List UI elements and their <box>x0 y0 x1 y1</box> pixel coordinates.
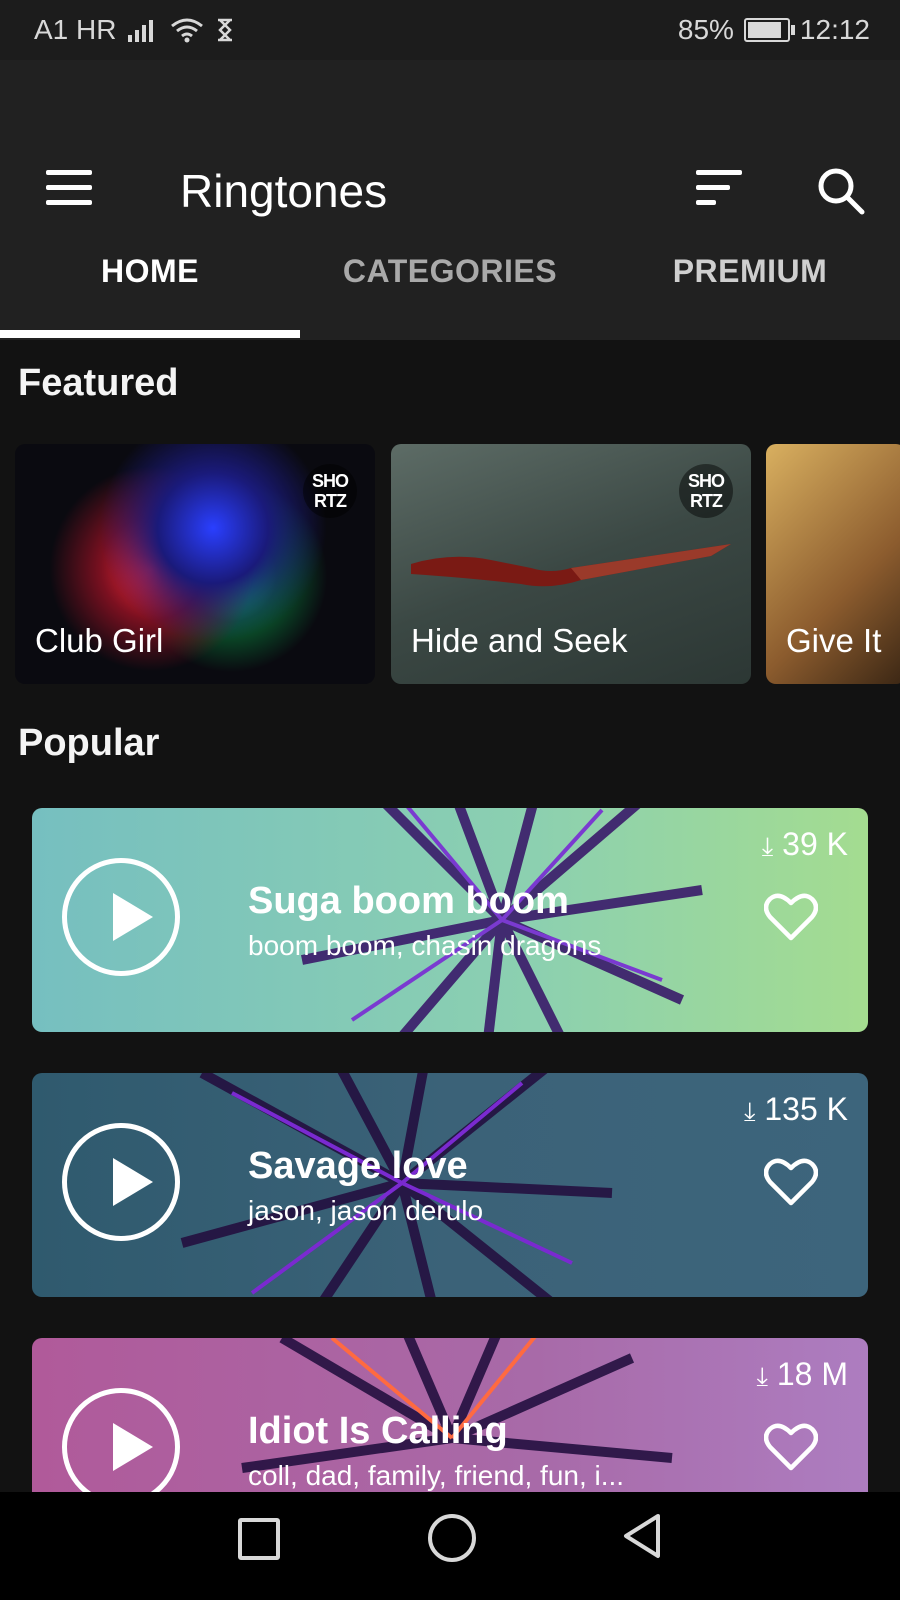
ringtone-card[interactable]: Savage love jason, jason derulo ⤓ 135 K <box>32 1073 868 1297</box>
download-count: ⤓ 39 K <box>762 826 848 863</box>
clock: 12:12 <box>799 14 870 45</box>
ringtone-tags: coll, dad, family, friend, fun, i... <box>248 1460 625 1491</box>
knife-image <box>411 544 731 587</box>
ringtone-title: Suga boom boom <box>248 880 569 922</box>
shortz-logo: SHO RTZ <box>303 464 357 518</box>
system-nav-bar <box>0 1492 900 1600</box>
featured-heading: Featured <box>18 362 179 404</box>
hourglass-icon <box>218 18 233 42</box>
sort-icon[interactable] <box>696 170 744 210</box>
featured-card-label: Give It <box>786 622 882 659</box>
download-count: ⤓ 18 M <box>756 1356 848 1393</box>
download-count-value: 18 M <box>776 1356 848 1392</box>
ringtone-card[interactable]: Idiot Is Calling coll, dad, family, frie… <box>32 1338 868 1492</box>
tab-bar: HOME CATEGORIES PREMIUM <box>0 230 900 340</box>
home-circle-icon[interactable] <box>428 1514 476 1562</box>
tab-home[interactable]: HOME <box>0 230 300 340</box>
status-bar: A1 HR 85% 12:12 <box>0 0 900 60</box>
page-title: Ringtones <box>180 165 388 217</box>
battery-percent: 85% <box>677 14 734 45</box>
recents-square-icon[interactable] <box>238 1518 280 1560</box>
favorite-heart-icon[interactable] <box>764 892 818 942</box>
battery-icon <box>743 18 795 42</box>
screen-content: A1 HR 85% 12:12 Ringtones HOME CATEGORIE… <box>0 0 900 1492</box>
shortz-logo: SHO RTZ <box>679 464 733 518</box>
ringtone-tags: jason, jason derulo <box>248 1195 484 1226</box>
featured-carousel[interactable]: SHO RTZ Club Girl SHO RTZ Hide and Seek … <box>0 444 900 684</box>
back-triangle-icon[interactable] <box>620 1512 664 1560</box>
ringtone-title: Idiot Is Calling <box>248 1410 508 1452</box>
download-count-value: 39 K <box>782 826 848 862</box>
download-icon: ⤓ <box>756 1361 768 1391</box>
wifi-icon <box>171 18 204 43</box>
popular-heading: Popular <box>18 722 160 764</box>
featured-card-give-it[interactable]: Give It <box>766 444 900 684</box>
favorite-heart-icon[interactable] <box>764 1422 818 1472</box>
download-icon: ⤓ <box>743 1096 756 1126</box>
menu-icon[interactable] <box>46 170 92 206</box>
featured-card-club-girl[interactable]: SHO RTZ Club Girl <box>15 444 375 684</box>
play-button[interactable] <box>62 858 180 976</box>
search-icon[interactable] <box>816 166 866 216</box>
download-count-value: 135 K <box>764 1091 848 1127</box>
tab-categories[interactable]: CATEGORIES <box>300 230 600 340</box>
download-count: ⤓ 135 K <box>744 1091 848 1128</box>
featured-card-label: Club Girl <box>35 622 164 659</box>
ringtone-title: Savage love <box>248 1145 468 1187</box>
carrier-label: A1 HR <box>34 14 117 45</box>
ringtone-card[interactable]: Suga boom boom boom boom, chasin dragons… <box>32 808 868 1032</box>
favorite-heart-icon[interactable] <box>764 1157 818 1207</box>
tab-indicator <box>0 330 300 338</box>
signal-icon <box>128 20 154 42</box>
tab-premium[interactable]: PREMIUM <box>600 230 900 340</box>
play-button[interactable] <box>62 1123 180 1241</box>
ringtone-tags: boom boom, chasin dragons <box>248 930 602 961</box>
download-icon: ⤓ <box>761 831 774 861</box>
featured-card-label: Hide and Seek <box>411 622 628 659</box>
featured-card-hide-and-seek[interactable]: SHO RTZ Hide and Seek <box>391 444 751 684</box>
